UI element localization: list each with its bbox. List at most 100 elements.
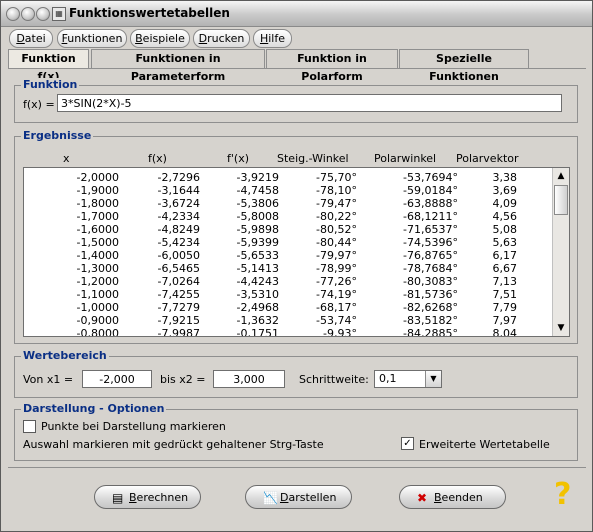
table-cell: 4,56	[492, 210, 518, 223]
table-cell: -77,26°	[316, 275, 357, 288]
funktion-group-title: Funktion	[21, 78, 80, 91]
help-question-icon[interactable]: ?	[554, 478, 571, 512]
table-cell: -9,93°	[323, 327, 357, 337]
function-input[interactable]: 3*SIN(2*X)-5	[57, 94, 562, 112]
beenden-button[interactable]: ✖ Beenden	[399, 485, 506, 509]
table-cell: -4,4243	[236, 275, 279, 288]
von-label: Von x1 =	[23, 373, 74, 386]
table-cell: -6,5465	[157, 262, 200, 275]
column-header-fprime: f'(x)	[227, 152, 249, 165]
menu-drucken[interactable]: Drucken	[193, 29, 250, 48]
table-row[interactable]: -0,8000 -7,9987 -0,1751 -9,93° -84,2885° 8,04	[24, 327, 549, 337]
wertebereich-group-title: Wertebereich	[21, 349, 109, 362]
menu-hilfe[interactable]: Hilfe	[253, 29, 292, 48]
x2-input[interactable]: 3,000	[213, 370, 285, 388]
berechnen-button[interactable]: ▤ Berechnen	[94, 485, 201, 509]
table-cell: -80,3083°	[403, 275, 458, 288]
column-header-polarwinkel: Polarwinkel	[374, 152, 437, 165]
table-cell: -1,5000	[76, 236, 119, 249]
beenden-mnemonic: B	[434, 491, 442, 504]
berechnen-rest: erechnen	[136, 491, 189, 504]
table-cell: -53,74°	[316, 314, 357, 327]
tab-parameterform[interactable]: Funktionen in Parameterform	[91, 49, 265, 83]
table-row[interactable]: -0,9000 -7,9215 -1,3632 -53,74° -83,5182° 7,9…	[24, 314, 549, 327]
table-cell: -5,9399	[236, 236, 279, 249]
app-window: ▦ Funktionswertetabellen Datei Funktione…	[0, 0, 593, 532]
scrollbar-thumb[interactable]	[554, 185, 568, 215]
menu-funktionen[interactable]: Funktionen	[57, 29, 127, 48]
scroll-down-arrow-icon[interactable]: ▼	[554, 321, 568, 335]
table-cell: -3,9219	[236, 171, 279, 184]
tab-strip: Funktion f(x) Funktionen in Parameterfor…	[8, 49, 588, 83]
table-cell: -74,19°	[316, 288, 357, 301]
table-cell: -78,99°	[316, 262, 357, 275]
table-cell: -4,2334	[157, 210, 200, 223]
table-cell: 6,67	[492, 262, 518, 275]
table-row[interactable]: -1,8000 -3,6724 -5,3806 -79,47° -63,8888° 4,0…	[24, 197, 549, 210]
darstellung-group: Darstellung - Optionen	[14, 402, 578, 461]
menu-drucken-label: rucken	[207, 32, 245, 45]
table-cell: -7,4255	[157, 288, 200, 301]
table-row[interactable]: -2,0000 -2,7296 -3,9219 -75,70° -53,7694° 3,3…	[24, 171, 549, 184]
table-cell: -79,97°	[316, 249, 357, 262]
table-cell: -68,1211°	[403, 210, 458, 223]
erweitert-checkbox[interactable]: ✓	[401, 437, 414, 450]
table-cell: -1,8000	[76, 197, 119, 210]
table-cell: -3,1644	[157, 184, 200, 197]
menu-datei[interactable]: Datei	[9, 29, 53, 48]
column-header-steigungswinkel: Steig.-Winkel	[277, 152, 349, 165]
table-cell: -79,47°	[316, 197, 357, 210]
table-cell: -71,6537°	[403, 223, 458, 236]
table-row[interactable]: -1,6000 -4,8249 -5,9898 -80,52° -71,6537° 5,0…	[24, 223, 549, 236]
window-maximize-button[interactable]	[36, 7, 50, 21]
table-cell: -1,3632	[236, 314, 279, 327]
window-minimize-button[interactable]	[21, 7, 35, 21]
table-row[interactable]: -1,0000 -7,7279 -2,4968 -68,17° -82,6268° 7,7…	[24, 301, 549, 314]
schrittweite-select[interactable]: 0,1 ▼	[374, 370, 442, 388]
table-cell: -2,4968	[236, 301, 279, 314]
tab-panel-border	[8, 68, 586, 69]
table-cell: -1,7000	[76, 210, 119, 223]
menu-beispiele-label: eispiele	[142, 32, 185, 45]
table-cell: -7,9215	[157, 314, 200, 327]
table-cell: -74,5396°	[403, 236, 458, 249]
table-cell: -0,9000	[76, 314, 119, 327]
table-row[interactable]: -1,4000 -6,0050 -5,6533 -79,97° -76,8765° 6,1…	[24, 249, 549, 262]
window-close-button[interactable]	[6, 7, 20, 21]
title-bar: ▦ Funktionswertetabellen	[1, 1, 592, 27]
table-cell: -1,6000	[76, 223, 119, 236]
punkte-checkbox[interactable]	[23, 420, 36, 433]
table-row[interactable]: -1,7000 -4,2334 -5,8008 -80,22° -68,1211° 4,5…	[24, 210, 549, 223]
results-table[interactable]: -2,0000 -2,7296 -3,9219 -75,70° -53,7694° 3,3…	[23, 167, 570, 337]
tab-polarform[interactable]: Funktion in Polarform	[266, 49, 398, 83]
table-row[interactable]: -1,2000 -7,0264 -4,4243 -77,26° -80,3083° 7,1…	[24, 275, 549, 288]
table-cell: -2,0000	[76, 171, 119, 184]
menu-beispiele[interactable]: Beispiele	[130, 29, 190, 48]
chevron-down-icon[interactable]: ▼	[425, 371, 441, 387]
results-scrollbar[interactable]: ▲ ▼	[552, 168, 569, 336]
table-cell: 4,09	[492, 197, 518, 210]
table-cell: -1,3000	[76, 262, 119, 275]
tab-spezielle-funktionen[interactable]: Spezielle Funktionen	[399, 49, 529, 83]
fx-label: f(x) =	[23, 98, 55, 111]
table-row[interactable]: -1,9000 -3,1644 -4,7458 -78,10° -59,0184° 3,6…	[24, 184, 549, 197]
table-cell: -3,5310	[236, 288, 279, 301]
tab-funktion-fx[interactable]: Funktion f(x)	[8, 49, 89, 83]
table-row[interactable]: -1,5000 -5,4234 -5,9399 -80,44° -74,5396° 5,6…	[24, 236, 549, 249]
bis-label: bis x2 =	[160, 373, 206, 386]
x1-input[interactable]: -2,000	[82, 370, 152, 388]
table-cell: -53,7694°	[403, 171, 458, 184]
table-cell: -1,4000	[76, 249, 119, 262]
table-cell: -5,1413	[236, 262, 279, 275]
calculator-icon: ▤	[112, 491, 124, 505]
table-row[interactable]: -1,3000 -6,5465 -5,1413 -78,99° -78,7684° 6,6…	[24, 262, 549, 275]
table-cell: -4,7458	[236, 184, 279, 197]
scroll-up-arrow-icon[interactable]: ▲	[554, 169, 568, 183]
auswahl-hint: Auswahl markieren mit gedrückt gehaltene…	[23, 438, 324, 451]
table-row[interactable]: -1,1000 -7,4255 -3,5310 -74,19° -81,5736° 7,5…	[24, 288, 549, 301]
darstellen-button[interactable]: 📉 Darstellen	[245, 485, 352, 509]
table-cell: 5,08	[492, 223, 518, 236]
table-cell: 3,38	[492, 171, 518, 184]
beenden-label: Beenden	[434, 486, 483, 510]
table-cell: -78,10°	[316, 184, 357, 197]
